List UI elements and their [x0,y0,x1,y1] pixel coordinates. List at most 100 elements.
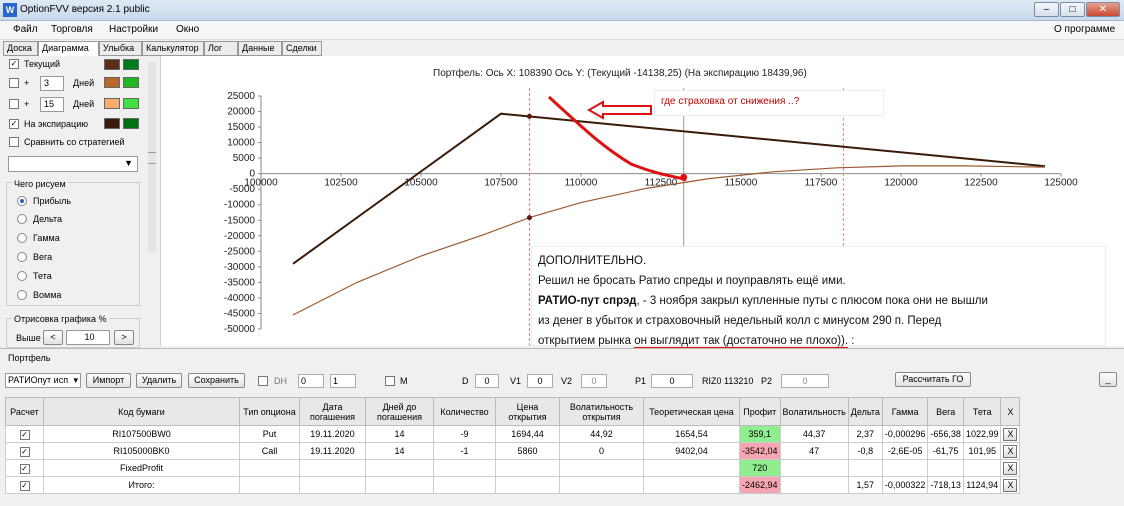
column-header[interactable]: Дата погашения [299,397,366,426]
column-header[interactable]: Гамма [881,397,929,426]
expiration-color-b[interactable] [123,118,139,129]
row-delete-button[interactable]: X [1003,461,1018,475]
column-header[interactable]: Цена открытия [495,397,560,426]
scrollbar-thumb[interactable] [148,152,156,164]
tab-log[interactable]: Лог [204,41,238,56]
radio-profit[interactable] [17,196,27,206]
portfolio-select[interactable]: РАТИОпут исп ▾ [5,373,81,388]
row-delete-cell[interactable]: X [1000,425,1021,443]
menu-settings[interactable]: Настройки [109,24,158,35]
days1-input[interactable]: 3 [40,76,64,91]
save-button[interactable]: Сохранить [188,373,245,388]
table-row[interactable]: ✓ Итого: -2462,94 1,57 -0,000322 -718,13 1124,… [5,476,1021,494]
expiration-checkbox[interactable]: ✓ [9,119,19,129]
column-header[interactable]: Дельта [847,397,883,426]
radio-vomma[interactable] [17,290,27,300]
radio-vega[interactable] [17,252,27,262]
column-header[interactable]: Теоретическая цена [643,397,740,426]
y-tick-label: -45000 [224,308,256,319]
minimize-window-button[interactable]: – [1034,2,1059,17]
menu-window[interactable]: Окно [176,24,199,35]
tab-diagram[interactable]: Диаграмма [38,41,99,57]
table-row[interactable]: ✓ RI107500BW0 Put 19.11.2020 14 -9 1694,44 44,9… [5,425,1021,443]
row-calc-checkbox[interactable]: ✓ [19,429,30,440]
column-header[interactable]: Расчет [5,397,44,426]
row-calc-checkbox-cell[interactable]: ✓ [5,459,44,477]
days1-checkbox[interactable] [9,78,19,88]
cell-theo [643,476,740,494]
days2-input[interactable]: 15 [40,97,64,112]
plus2-label: + [24,99,30,109]
radio-gamma[interactable] [17,233,27,243]
close-window-button[interactable]: ✕ [1086,2,1120,17]
portfolio-label: Портфель [8,353,51,363]
row-delete-cell[interactable]: X [1000,476,1021,494]
minimize-panel-button[interactable]: _ [1099,372,1117,387]
row-calc-checkbox-cell[interactable]: ✓ [5,476,44,494]
dh-spinner-b[interactable]: 1 [330,374,356,388]
menu-trade[interactable]: Торговля [51,24,93,35]
import-button[interactable]: Импорт [86,373,131,388]
current-color-a[interactable] [104,59,120,70]
radio-theta[interactable] [17,271,27,281]
tab-smile[interactable]: Улыбка [99,41,142,56]
row-delete-button[interactable]: X [1003,478,1018,492]
column-header[interactable]: Вега [927,397,964,426]
expiration-color-a[interactable] [104,118,120,129]
radio-delta[interactable] [17,214,27,224]
row-calc-checkbox[interactable]: ✓ [19,463,30,474]
current-color-b[interactable] [123,59,139,70]
row-calc-checkbox[interactable]: ✓ [19,480,30,491]
maximize-window-button[interactable]: □ [1060,2,1085,17]
strategy-select[interactable]: ▼ [8,156,138,172]
row-calc-checkbox[interactable]: ✓ [19,446,30,457]
annotation-line-1: ДОПОЛНИТЕЛЬНО. [538,255,647,267]
decrease-button[interactable]: < [43,330,63,345]
compare-checkbox[interactable] [9,137,19,147]
column-header[interactable]: Тип опциона [239,397,300,426]
column-header[interactable]: Количество [433,397,496,426]
tab-calculator[interactable]: Калькулятор [142,41,204,56]
menu-file[interactable]: Файл [13,24,38,35]
m-checkbox[interactable] [385,376,395,386]
row-calc-checkbox-cell[interactable]: ✓ [5,442,44,460]
column-header[interactable]: Профит [739,397,781,426]
tab-data[interactable]: Данные [238,41,282,56]
column-header[interactable]: Волатильность [779,397,849,426]
row-delete-cell[interactable]: X [1000,459,1021,477]
tab-board[interactable]: Доска [3,41,38,56]
table-row[interactable]: ✓ RI105000BK0 Call 19.11.2020 14 -1 5860 0 9402,… [5,442,1021,460]
days1-color-b[interactable] [123,77,139,88]
cell-vega: -718,13 [927,476,964,494]
days2-color-a[interactable] [104,98,120,109]
current-checkbox[interactable]: ✓ [9,59,19,69]
column-header[interactable]: Тета [962,397,1002,426]
column-header[interactable]: Код бумаги [43,397,240,426]
days2-checkbox[interactable] [9,99,19,109]
column-header[interactable]: Волатильность открытия [559,397,644,426]
cell-gamma [881,459,929,477]
row-calc-checkbox-cell[interactable]: ✓ [5,425,44,443]
menu-about[interactable]: О программе [1054,24,1115,35]
days2-color-b[interactable] [123,98,139,109]
cell-gamma: -0,000322 [881,476,929,494]
dh-checkbox[interactable] [258,376,268,386]
delete-button[interactable]: Удалить [136,373,182,388]
row-delete-button[interactable]: X [1003,427,1018,441]
cell-price: 1694,44 [495,425,560,443]
cell-vega: -61,75 [927,442,964,460]
increase-button[interactable]: > [114,330,134,345]
row-delete-button[interactable]: X [1003,444,1018,458]
row-delete-cell[interactable]: X [1000,442,1021,460]
table-row[interactable]: ✓ FixedProfit 720 X [5,459,1021,477]
calculate-go-button[interactable]: Рассчитать ГО [895,372,971,387]
dh-spinner-a[interactable]: 0 [298,374,324,388]
tab-deals[interactable]: Сделки [282,41,322,56]
above-input[interactable]: 10 [66,330,110,345]
left-panel-scrollbar[interactable] [148,62,156,252]
days1-color-a[interactable] [104,77,120,88]
annotation-line-3: РАТИО-пут спрэд, - 3 ноября закрыл купле… [538,291,1099,311]
p1-field: 0 [651,374,693,388]
column-header[interactable]: Дней до погашения [365,397,434,426]
column-header[interactable]: X [1000,397,1021,426]
